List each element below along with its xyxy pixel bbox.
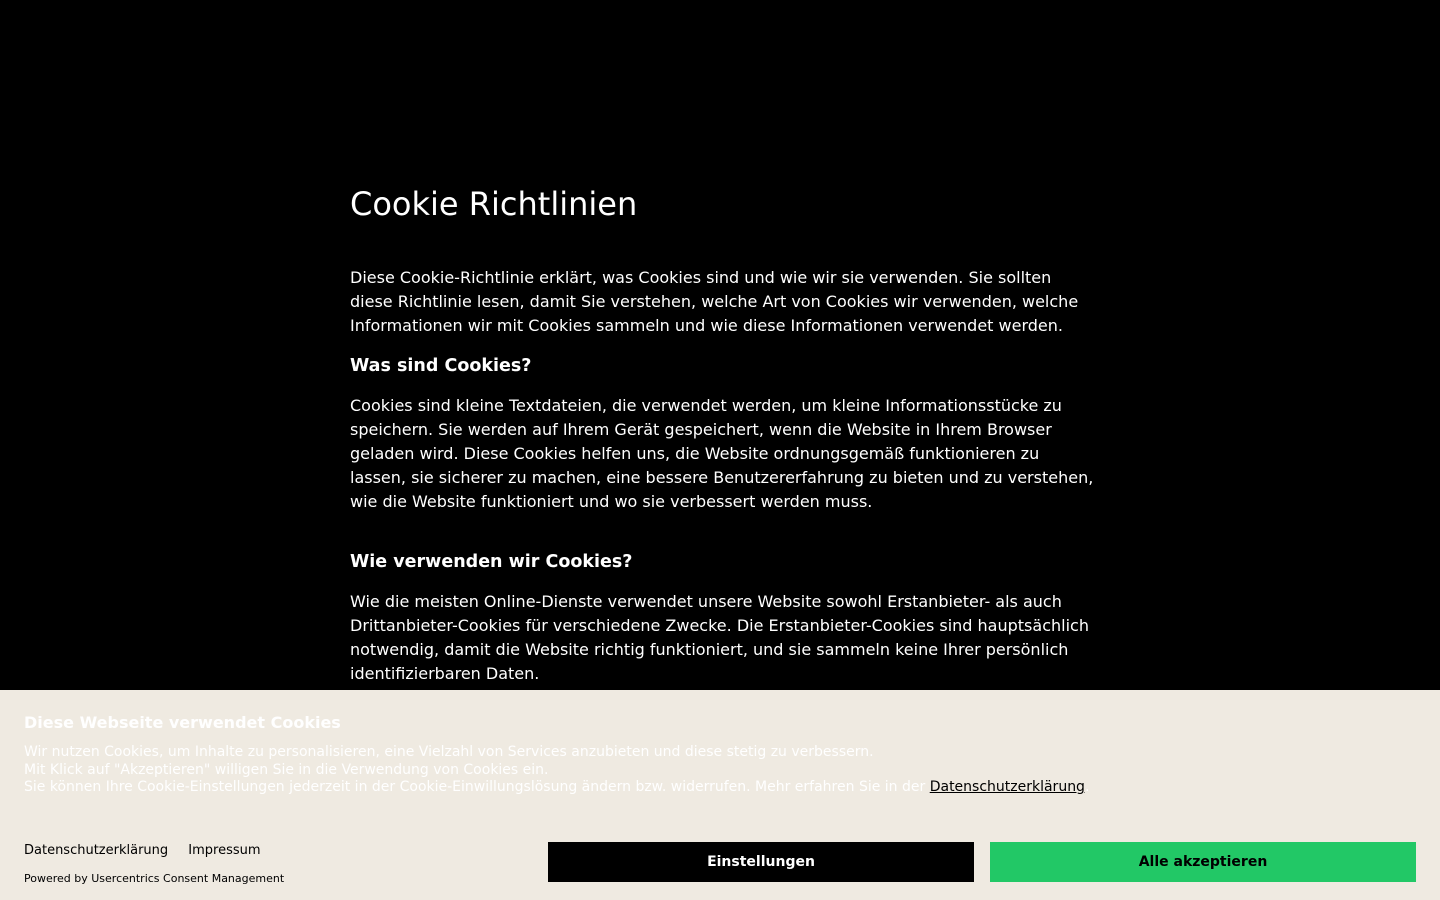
- page-title: Cookie Richtlinien: [350, 185, 638, 223]
- privacy-policy-link[interactable]: Datenschutzerklärung: [24, 843, 168, 858]
- accept-all-button[interactable]: Alle akzeptieren: [990, 842, 1416, 882]
- banner-line-2: Mit Klick auf "Akzeptieren" willigen Sie…: [24, 761, 549, 778]
- section-body-what-are-cookies: Cookies sind kleine Textdateien, die ver…: [350, 396, 1094, 511]
- banner-title: Diese Webseite verwendet Cookies: [24, 713, 341, 732]
- banner-description: Wir nutzen Cookies, um Inhalte zu person…: [24, 744, 1224, 797]
- banner-footer-links: Datenschutzerklärung Impressum: [24, 842, 277, 859]
- cookie-policy-article: Cookie Richtlinien Diese Cookie-Richtlin…: [350, 180, 1095, 686]
- banner-line-3-suffix: .: [1084, 779, 1090, 795]
- imprint-link[interactable]: Impressum: [188, 843, 260, 858]
- section-body-how-we-use-cookies: Wie die meisten Online-Dienste verwendet…: [350, 592, 1089, 683]
- section-heading-what-are-cookies: Was sind Cookies?: [350, 356, 532, 376]
- intro-paragraph: Diese Cookie-Richtlinie erklärt, was Coo…: [350, 268, 1079, 335]
- privacy-policy-inline-link[interactable]: Datenschutzerklärung: [930, 779, 1085, 795]
- banner-line-3: Sie können Ihre Cookie-Einstellungen jed…: [24, 779, 1224, 797]
- section-heading-how-we-use-cookies: Wie verwenden wir Cookies?: [350, 552, 633, 572]
- page: Cookie Richtlinien Diese Cookie-Richtlin…: [0, 0, 1440, 900]
- banner-line-1: Wir nutzen Cookies, um Inhalte zu person…: [24, 744, 874, 760]
- settings-button[interactable]: Einstellungen: [548, 842, 974, 882]
- banner-line-3-text: Sie können Ihre Cookie-Einstellungen jed…: [24, 779, 930, 795]
- powered-by-text: Powered by Usercentrics Consent Manageme…: [24, 872, 285, 885]
